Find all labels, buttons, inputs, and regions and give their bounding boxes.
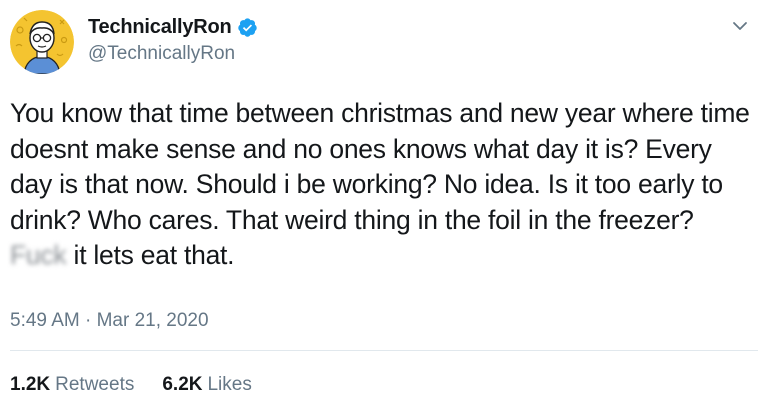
censored-word: Fuck <box>10 240 67 270</box>
tweet-card: TechnicallyRon @TechnicallyRon You know … <box>0 0 768 402</box>
cartoon-avatar-icon <box>10 10 74 74</box>
likes-stat[interactable]: 6.2K Likes <box>162 374 252 396</box>
retweets-count: 1.2K <box>10 374 51 395</box>
tweet-timestamp[interactable]: 5:49 AM · Mar 21, 2020 <box>10 310 209 332</box>
likes-label: Likes <box>207 374 252 395</box>
engagement-stats: 1.2K Retweets 6.2K Likes <box>10 374 252 396</box>
retweets-stat[interactable]: 1.2K Retweets <box>10 374 134 396</box>
divider <box>10 350 758 351</box>
avatar[interactable] <box>10 10 74 74</box>
tweet-text-part2: it lets eat that. <box>66 240 235 270</box>
user-handle[interactable]: @TechnicallyRon <box>88 43 258 65</box>
name-row: TechnicallyRon <box>88 14 258 40</box>
author-info: TechnicallyRon @TechnicallyRon <box>88 14 258 65</box>
verified-badge-icon <box>237 17 257 37</box>
retweets-label: Retweets <box>55 374 135 395</box>
tweet-text: You know that time between christmas and… <box>10 96 755 274</box>
display-name[interactable]: TechnicallyRon <box>88 16 232 39</box>
chevron-down-icon[interactable] <box>730 16 750 36</box>
tweet-text-part1: You know that time between christmas and… <box>10 98 750 235</box>
likes-count: 6.2K <box>162 374 203 395</box>
